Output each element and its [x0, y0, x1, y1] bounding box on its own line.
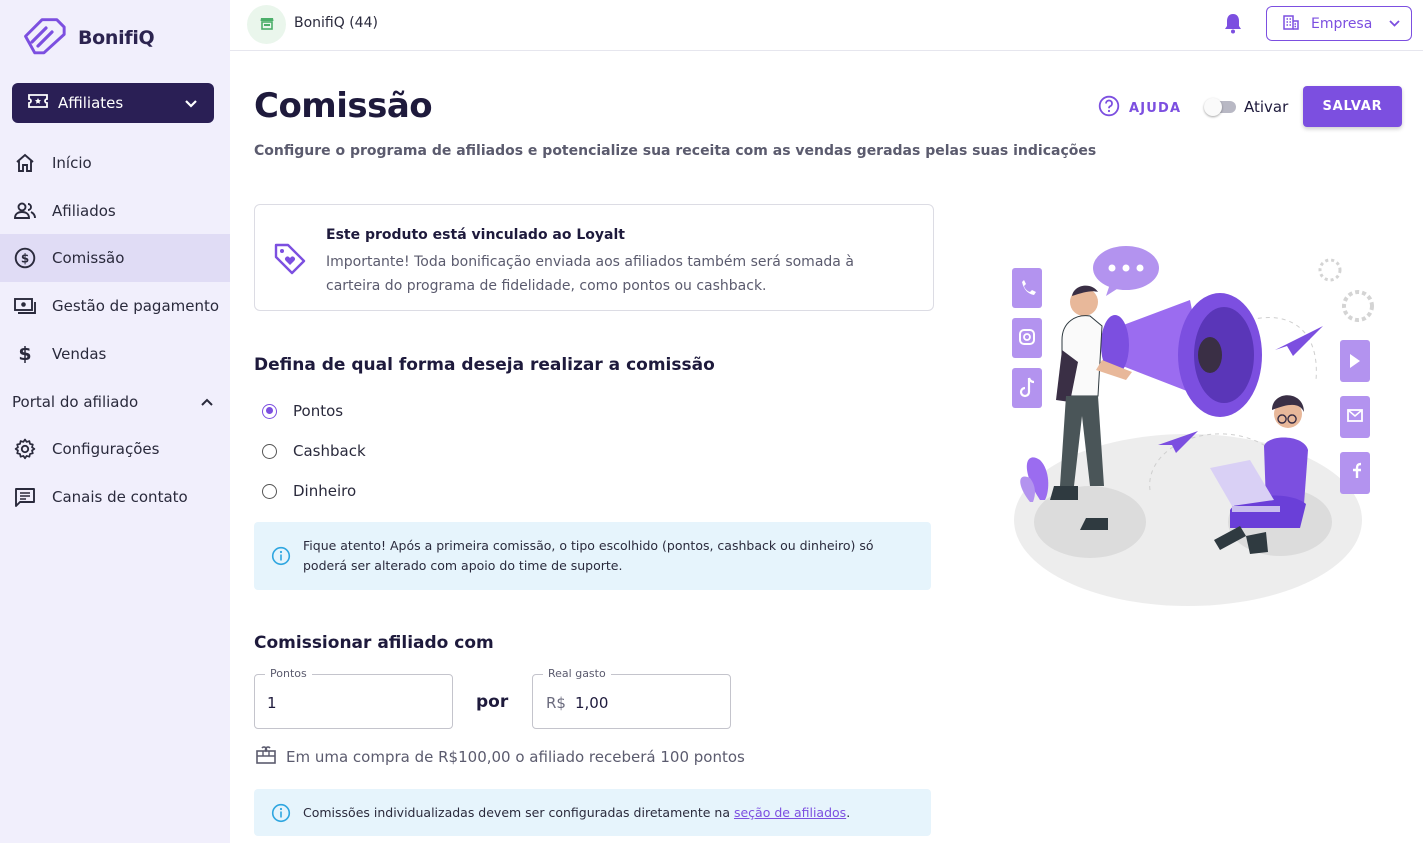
- spent-field[interactable]: Real gasto R$ 1,00: [532, 667, 731, 729]
- activate-toggle[interactable]: Ativar: [1204, 98, 1289, 116]
- svg-text:$: $: [21, 252, 29, 266]
- topbar: BonifiQ (44) Empresa: [230, 0, 1423, 51]
- sidebar-item-label: Configurações: [52, 440, 160, 458]
- loyalty-card-title: Este produto está vinculado ao Loyalt: [326, 227, 625, 243]
- store-icon: [260, 15, 274, 34]
- brand-logo[interactable]: BonifiQ: [20, 16, 155, 60]
- help-circle-icon: [1098, 95, 1120, 121]
- sidebar: BonifiQ Affiliates Início Afiliados $ Co…: [0, 0, 230, 843]
- sidebar-section-portal-afiliado[interactable]: Portal do afiliado: [0, 378, 230, 426]
- building-icon: [1283, 14, 1299, 34]
- sidebar-item-label: Canais de contato: [52, 488, 188, 506]
- radio-indicator[interactable]: [262, 403, 277, 419]
- points-field[interactable]: Pontos 1: [254, 667, 453, 729]
- page-subtitle: Configure o programa de afiliados e pote…: [254, 143, 1097, 159]
- store-avatar[interactable]: [247, 5, 286, 44]
- alert-text: Fique atento! Após a primeira comissão, …: [303, 538, 874, 573]
- chevron-down-icon: [1388, 16, 1401, 32]
- chevron-down-icon: [184, 94, 198, 113]
- dollar-icon: $: [14, 343, 36, 365]
- radio-label: Pontos: [293, 402, 344, 420]
- per-label: por: [476, 692, 509, 712]
- alert-text-main: Comissões individualizadas devem ser con…: [303, 805, 734, 820]
- svg-text:$: $: [18, 343, 31, 365]
- affiliates-section-link[interactable]: seção de afiliados: [734, 805, 846, 820]
- radio-label: Dinheiro: [293, 482, 357, 500]
- company-selector[interactable]: Empresa: [1266, 6, 1412, 41]
- radio-pontos[interactable]: Pontos: [262, 402, 343, 420]
- sidebar-section-label: Portal do afiliado: [12, 393, 139, 411]
- brand-name: BonifiQ: [78, 27, 155, 49]
- commission-example: Em uma compra de R$100,00 o afiliado rec…: [256, 745, 745, 769]
- gear-icon: [14, 438, 36, 460]
- app-selector[interactable]: Affiliates: [12, 83, 214, 123]
- commission-example-text: Em uma compra de R$100,00 o afiliado rec…: [286, 748, 745, 766]
- info-icon: [271, 546, 291, 570]
- sidebar-item-canais-contato[interactable]: Canais de contato: [0, 473, 230, 521]
- points-input[interactable]: 1: [267, 694, 277, 712]
- bonifiq-logo-icon: [20, 16, 70, 60]
- sidebar-item-label: Início: [52, 154, 92, 172]
- sidebar-item-inicio[interactable]: Início: [0, 139, 230, 187]
- toggle-thumb: [1204, 98, 1222, 116]
- currency-prefix: R$: [546, 694, 566, 712]
- bell-icon[interactable]: [1223, 12, 1243, 38]
- commission-rate-title: Comissionar afiliado com: [254, 633, 494, 653]
- help-button[interactable]: AJUDA: [1098, 95, 1181, 121]
- individual-commission-alert: Comissões individualizadas devem ser con…: [254, 789, 931, 836]
- sidebar-item-gestao-pagamento[interactable]: Gestão de pagamento: [0, 282, 230, 330]
- spent-field-label: Real gasto: [543, 667, 611, 680]
- radio-indicator[interactable]: [262, 443, 277, 459]
- chat-icon: [14, 486, 36, 508]
- sidebar-item-label: Afiliados: [52, 202, 116, 220]
- radio-label: Cashback: [293, 442, 366, 460]
- sidebar-item-configuracoes[interactable]: Configurações: [0, 425, 230, 473]
- sidebar-item-afiliados[interactable]: Afiliados: [0, 187, 230, 235]
- heart-tag-icon: [273, 241, 307, 279]
- loyalty-info-card: Este produto está vinculado ao Loyalt Im…: [254, 204, 934, 311]
- store-name: BonifiQ (44): [294, 15, 378, 31]
- alert-text-end: .: [846, 805, 851, 820]
- page-title: Comissão: [254, 86, 433, 126]
- company-selector-label: Empresa: [1311, 15, 1373, 32]
- save-button[interactable]: SALVAR: [1303, 86, 1402, 127]
- dollar-circle-icon: $: [14, 247, 36, 269]
- sidebar-item-label: Gestão de pagamento: [52, 297, 220, 315]
- commission-type-title: Defina de qual forma deseja realizar a c…: [254, 355, 715, 375]
- sidebar-item-label: Vendas: [52, 345, 107, 363]
- sidebar-item-comissao[interactable]: $ Comissão: [0, 234, 230, 282]
- toggle-label: Ativar: [1244, 98, 1289, 116]
- gift-card-icon: [256, 745, 276, 769]
- app-selector-label: Affiliates: [58, 94, 124, 112]
- ticket-icon: [28, 93, 48, 113]
- radio-cashback[interactable]: Cashback: [262, 442, 366, 460]
- points-field-label: Pontos: [265, 667, 312, 680]
- help-label: AJUDA: [1129, 100, 1182, 116]
- home-icon: [14, 152, 36, 174]
- radio-indicator[interactable]: [262, 483, 277, 499]
- info-icon: [271, 803, 291, 827]
- toggle-switch[interactable]: [1204, 98, 1236, 116]
- sidebar-item-vendas[interactable]: $ Vendas: [0, 330, 230, 378]
- payment-icon: [14, 295, 36, 317]
- loyalty-card-body: Importante! Toda bonificação enviada aos…: [326, 254, 854, 294]
- alert-text: Comissões individualizadas devem ser con…: [303, 803, 913, 823]
- radio-dinheiro[interactable]: Dinheiro: [262, 482, 356, 500]
- commission-type-alert: Fique atento! Após a primeira comissão, …: [254, 522, 931, 590]
- chevron-up-icon: [200, 393, 214, 411]
- spent-input[interactable]: 1,00: [575, 694, 608, 712]
- sidebar-item-label: Comissão: [52, 249, 125, 267]
- users-icon: [14, 200, 36, 222]
- marketing-illustration: [1000, 240, 1390, 610]
